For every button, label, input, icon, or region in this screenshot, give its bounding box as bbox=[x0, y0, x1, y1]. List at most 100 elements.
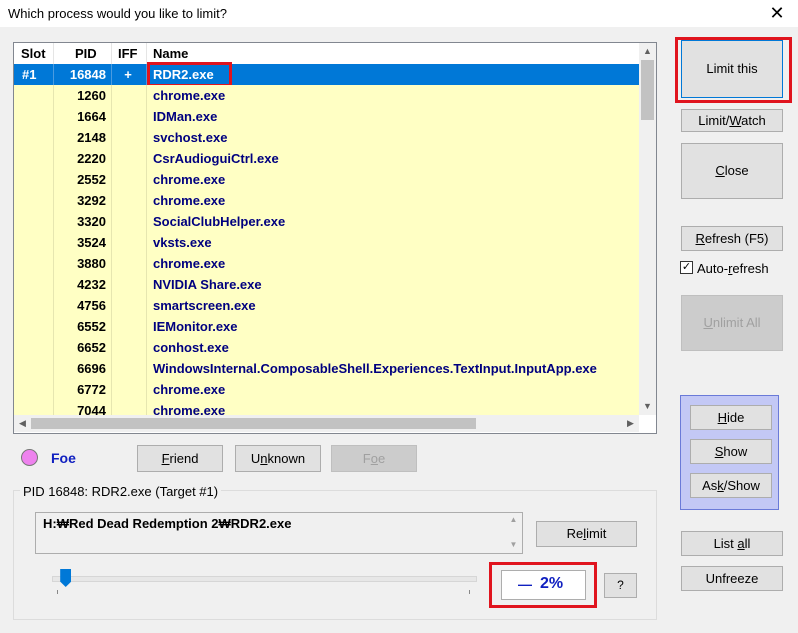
process-row[interactable]: 2220 CsrAudioguiCtrl.exe bbox=[14, 148, 639, 169]
cell-name: svchost.exe bbox=[153, 130, 228, 145]
button-label: nlimit All bbox=[712, 315, 761, 330]
checkbox-label: Auto- bbox=[697, 261, 729, 276]
list-all-button[interactable]: List all bbox=[681, 531, 783, 556]
process-row[interactable]: #1 16848 + RDR2.exe bbox=[14, 64, 639, 85]
cell-pid: 1260 bbox=[77, 88, 106, 103]
help-button[interactable]: ? bbox=[604, 573, 637, 598]
auto-refresh-checkbox[interactable]: ✓ bbox=[680, 261, 693, 274]
button-label: ll bbox=[744, 536, 751, 551]
process-row[interactable]: 3524 vksts.exe bbox=[14, 232, 639, 253]
column-separator bbox=[53, 43, 54, 64]
button-label: Limit/ bbox=[698, 113, 730, 128]
column-header-name[interactable]: Name bbox=[153, 46, 188, 61]
button-label: H bbox=[717, 410, 728, 425]
process-row[interactable]: 6772 chrome.exe bbox=[14, 379, 639, 400]
process-row[interactable]: 3320 SocialClubHelper.exe bbox=[14, 211, 639, 232]
process-row[interactable]: 1260 chrome.exe bbox=[14, 85, 639, 106]
cell-slot: #1 bbox=[22, 67, 37, 82]
button-label: e bbox=[377, 451, 386, 466]
cell-name: RDR2.exe bbox=[153, 67, 214, 82]
process-row[interactable]: 3292 chrome.exe bbox=[14, 190, 639, 211]
path-scrollbar[interactable]: ▲ ▼ bbox=[505, 513, 522, 553]
scroll-thumb[interactable] bbox=[641, 60, 654, 120]
cell-iff: + bbox=[124, 67, 132, 82]
column-gridline bbox=[146, 148, 147, 169]
iff-status-dot bbox=[21, 449, 38, 466]
target-path-box[interactable]: H:₩Red Dead Redemption 2₩RDR2.exe ▲ ▼ bbox=[35, 512, 523, 554]
cell-pid: 6652 bbox=[77, 340, 106, 355]
hide-button[interactable]: Hide bbox=[690, 405, 772, 430]
column-header-iff[interactable]: IFF bbox=[118, 46, 138, 61]
cell-pid: 6552 bbox=[77, 319, 106, 334]
limit-percent-box: — 2% bbox=[501, 570, 586, 600]
column-gridline bbox=[146, 358, 147, 379]
checkbox-label: efresh bbox=[732, 261, 769, 276]
ask-show-button[interactable]: Ask/Show bbox=[690, 473, 772, 498]
process-row[interactable]: 2148 svchost.exe bbox=[14, 127, 639, 148]
limit-watch-button[interactable]: Limit/Watch bbox=[681, 109, 783, 132]
foe-button[interactable]: Foe bbox=[331, 445, 417, 472]
scroll-left-icon[interactable]: ◀ bbox=[14, 415, 31, 432]
button-label: atch bbox=[741, 113, 766, 128]
cell-name: IDMan.exe bbox=[153, 109, 218, 124]
scroll-down-icon[interactable]: ▼ bbox=[639, 398, 656, 415]
list-vertical-scrollbar[interactable]: ▲ ▼ bbox=[639, 43, 656, 415]
unfreeze-button[interactable]: Unfreeze bbox=[681, 566, 783, 591]
show-button[interactable]: Show bbox=[690, 439, 772, 464]
list-horizontal-scrollbar[interactable]: ◀ ▶ bbox=[14, 415, 639, 432]
cell-name: chrome.exe bbox=[153, 172, 226, 187]
column-gridline bbox=[111, 127, 112, 148]
column-header-slot[interactable]: Slot bbox=[21, 46, 46, 61]
process-row[interactable]: 6652 conhost.exe bbox=[14, 337, 639, 358]
process-row[interactable]: 4756 smartscreen.exe bbox=[14, 295, 639, 316]
scroll-right-icon[interactable]: ▶ bbox=[622, 415, 639, 432]
cell-name: WindowsInternal.ComposableShell.Experien… bbox=[153, 361, 597, 376]
cell-pid: 3880 bbox=[77, 256, 106, 271]
process-row[interactable]: 2552 chrome.exe bbox=[14, 169, 639, 190]
close-window-icon[interactable]: ✕ bbox=[762, 2, 792, 24]
column-separator bbox=[111, 43, 112, 64]
button-label: F bbox=[362, 451, 371, 466]
close-button[interactable]: Close bbox=[681, 143, 783, 199]
limit-this-button[interactable]: Limit this bbox=[681, 40, 783, 98]
cell-pid: 4232 bbox=[77, 277, 106, 292]
process-row[interactable]: 1664 IDMan.exe bbox=[14, 106, 639, 127]
cell-pid: 2220 bbox=[77, 151, 106, 166]
column-gridline bbox=[111, 169, 112, 190]
unknown-button[interactable]: Unknown bbox=[235, 445, 321, 472]
column-header-pid[interactable]: PID bbox=[75, 46, 97, 61]
button-label: R bbox=[695, 231, 705, 246]
process-row[interactable]: 3880 chrome.exe bbox=[14, 253, 639, 274]
process-row[interactable]: 6696 WindowsInternal.ComposableShell.Expe… bbox=[14, 358, 639, 379]
column-gridline bbox=[111, 253, 112, 274]
relimit-button[interactable]: Relimit bbox=[536, 521, 637, 547]
process-row[interactable]: 7044 chrome.exe bbox=[14, 400, 639, 415]
process-row[interactable]: 4232 NVIDIA Share.exe bbox=[14, 274, 639, 295]
column-gridline bbox=[111, 85, 112, 106]
cell-pid: 2552 bbox=[77, 172, 106, 187]
process-list[interactable]: Slot PID IFF Name #1 16848 + RDR2.exe 1260 ch… bbox=[13, 42, 657, 434]
cell-pid: 6772 bbox=[77, 382, 106, 397]
process-row[interactable]: 6552 IEMonitor.exe bbox=[14, 316, 639, 337]
cell-name: NVIDIA Share.exe bbox=[153, 277, 262, 292]
scroll-up-icon[interactable]: ▲ bbox=[505, 515, 522, 527]
refresh-button[interactable]: Refresh (F5) bbox=[681, 226, 783, 251]
scroll-thumb[interactable] bbox=[31, 418, 476, 429]
button-label: a bbox=[737, 536, 745, 551]
column-gridline bbox=[146, 337, 147, 358]
column-gridline bbox=[111, 232, 112, 253]
column-gridline bbox=[111, 295, 112, 316]
button-label: Re bbox=[566, 526, 584, 541]
process-list-body: Slot PID IFF Name #1 16848 + RDR2.exe 1260 ch… bbox=[14, 43, 639, 415]
auto-refresh-label[interactable]: Auto-refresh bbox=[697, 261, 769, 276]
scroll-down-icon[interactable]: ▼ bbox=[505, 540, 522, 552]
scroll-up-icon[interactable]: ▲ bbox=[639, 43, 656, 60]
friend-button[interactable]: Friend bbox=[137, 445, 223, 472]
slider-tick bbox=[57, 590, 58, 594]
cell-name: IEMonitor.exe bbox=[153, 319, 238, 334]
list-header: Slot PID IFF Name bbox=[14, 43, 639, 64]
column-gridline bbox=[146, 106, 147, 127]
unlimit-all-button[interactable]: Unlimit All bbox=[681, 295, 783, 351]
limit-slider-track[interactable] bbox=[52, 576, 477, 582]
window-title: Which process would you like to limit? bbox=[8, 6, 227, 21]
